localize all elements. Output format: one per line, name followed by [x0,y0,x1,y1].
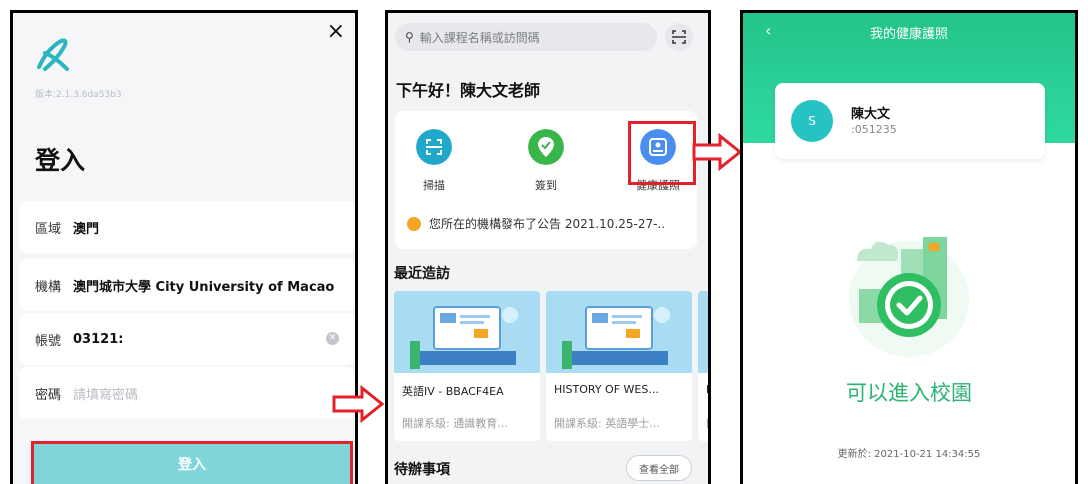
page-title: 我的健康護照 [869,27,948,42]
course-card[interactable]: HISTORY OF WES... 開課系級: 英語學士... [546,291,692,441]
scan-icon [416,129,452,165]
scan-icon[interactable] [665,23,693,51]
avatar: S [791,100,833,142]
course-subtitle: 開 [706,415,708,431]
region-label: 區域 [35,221,62,237]
arrow-icon [332,384,385,424]
password-field[interactable]: 密碼 請填寫密碼 [19,367,355,419]
announcement[interactable]: 您所在的機構發布了公告 2021.10.25-27-.. [407,215,665,232]
course-thumbnail [394,291,540,373]
updated-time: 更新於: 2021-10-21 14:34:55 [837,449,981,460]
course-title: H [706,383,708,396]
account-value: 03121: [73,331,124,347]
region-value: 澳門 [73,221,100,237]
arrow-icon [692,132,743,172]
course-card[interactable]: 英語IV - BBACF4EA 開課系級: 通識教育... [394,291,540,441]
password-placeholder: 請填寫密碼 [73,387,139,403]
app-logo [37,38,69,71]
course-thumbnail [698,291,708,373]
announcement-text: 您所在的機構發布了公告 2021.10.25-27-.. [429,217,666,231]
password-label: 密碼 [35,387,62,403]
institution-label: 機構 [35,279,62,295]
course-thumbnail [546,291,692,373]
course-card[interactable]: H 開 [698,291,708,441]
region-field[interactable]: 區域 澳門 [19,201,355,253]
account-label: 帳號 [35,333,62,349]
search-input[interactable]: ⚲ 輸入課程名稱或訪問碼 [395,23,657,51]
course-subtitle: 開課系級: 通識教育... [402,417,508,430]
search-placeholder: 輸入課程名稱或訪問碼 [419,30,540,45]
action-scan[interactable]: 掃描 [399,129,469,193]
home-screen: ⚲ 輸入課程名稱或訪問碼 下午好！陳大文老師 掃描 簽到 健康護照 您所在的機構… [385,10,711,484]
page-title: 登入 [35,146,86,175]
recent-title: 最近造訪 [394,266,450,282]
see-all-button[interactable]: 查看全部 [626,455,692,481]
action-label: 簽到 [535,179,557,192]
highlight-box [628,121,696,185]
account-field[interactable]: 帳號 03121: ✕ [19,313,355,365]
login-screen: × 版本:2.1.3.6da53b3 登入 區域 澳門 機構 澳門城市大學 Ci… [10,10,358,484]
institution-field[interactable]: 機構 澳門城市大學 City University of Macao [19,259,355,311]
course-subtitle: 開課系級: 英語學士... [554,417,660,430]
greeting: 下午好！陳大文老師 [396,81,541,100]
checkin-icon [528,129,564,165]
entry-status: 可以進入校園 [846,381,972,405]
close-icon[interactable]: × [327,19,345,44]
login-button[interactable]: 登入 [31,441,353,484]
search-icon: ⚲ [405,30,414,44]
health-passport-screen: ‹ 我的健康護照 S 陳大文 :051235 可以進入校園 更新於: 2021-… [740,10,1078,484]
action-checkin[interactable]: 簽到 [511,129,581,193]
version-label: 版本:2.1.3.6da53b3 [35,90,122,100]
course-title: 英語IV - BBACF4EA [402,385,504,398]
institution-value: 澳門城市大學 City University of Macao [73,279,335,295]
course-title: HISTORY OF WES... [554,383,659,396]
quick-actions-card: 掃描 簽到 健康護照 您所在的機構發布了公告 2021.10.25-27-.. [395,111,697,249]
action-label: 掃描 [423,179,445,192]
campus-pass-icon [849,237,969,357]
clear-icon[interactable]: ✕ [326,332,339,345]
announcement-icon [407,216,421,231]
todo-title: 待辦事項 [394,462,450,478]
user-card: S 陳大文 :051235 [775,83,1045,159]
user-name: 陳大文 [851,107,891,122]
user-id: :051235 [851,123,897,136]
